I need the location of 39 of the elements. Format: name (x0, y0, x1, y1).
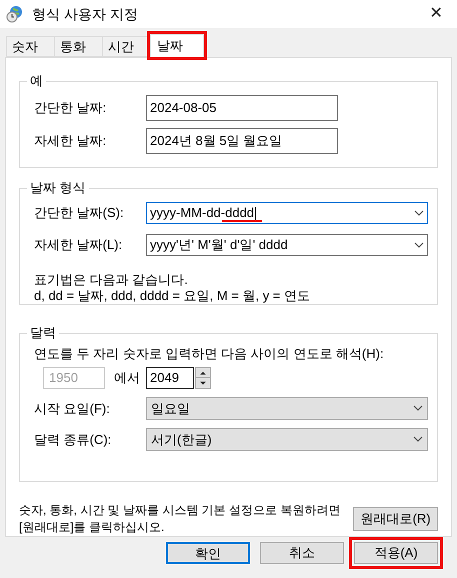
dropdown[interactable]: 서기(한글) (146, 428, 428, 451)
close-button[interactable]: ✕ (421, 0, 451, 28)
reset-hint-text: 숫자, 통화, 시간 및 날짜를 시스템 기본 설정으로 복원하려면 [원래대로]를 클릭하십시오. (19, 502, 342, 536)
field-label: 간단한 날짜(S): (34, 204, 125, 222)
tab[interactable]: 숫자 (6, 36, 54, 57)
chevron-down-icon (414, 210, 424, 216)
two-digit-year-label: 연도를 두 자리 숫자로 입력하면 다음 사이의 연도로 해석(H): (34, 346, 385, 362)
group-title: 예 (27, 73, 46, 89)
globe-clock-icon (6, 5, 24, 23)
tab[interactable]: 통화 (54, 36, 102, 57)
readonly-field: 2024년 8월 5일 월요일 (146, 128, 338, 154)
field-label: 자세한 날짜(L): (34, 236, 124, 254)
format-combo-box[interactable]: yyyy'년' M'월' d'일' dddd (146, 234, 428, 256)
group-title: 달력 (27, 324, 59, 341)
field-label: 간단한 날짜: (34, 99, 108, 118)
chevron-down-icon (413, 405, 423, 412)
field-label: 시작 요일(F): (34, 400, 111, 418)
notation-text: 표기법은 다음과 같습니다. (34, 272, 189, 288)
field-label: 달력 종류(C): (34, 430, 112, 449)
readonly-field: 2024-08-05 (146, 95, 338, 121)
dialog-button[interactable]: 적용(A) (354, 542, 438, 564)
tab[interactable]: 시간 (102, 36, 150, 57)
notation-text: d, dd = 날짜, ddd, dddd = 요일, M = 월, y = 연도 (34, 288, 312, 304)
tab[interactable]: 날짜 (150, 34, 204, 58)
dialog-button[interactable]: 취소 (260, 542, 344, 564)
chevron-down-icon (414, 242, 424, 248)
group-title: 날짜 형식 (27, 180, 89, 196)
format-combo-box[interactable]: yyyy-MM-dd-dddd (146, 202, 428, 224)
highlight-frame (147, 31, 207, 60)
reset-button[interactable]: 원래대로(R) (353, 507, 438, 531)
dropdown[interactable]: 일요일 (146, 396, 428, 420)
field-label: 자세한 날짜: (34, 132, 108, 150)
year-field[interactable]: 2049 (146, 366, 194, 389)
range-label: 에서 (114, 369, 141, 388)
window-title: 형식 사용자 지정 (32, 4, 139, 24)
dialog-button[interactable]: 확인 (166, 542, 250, 564)
chevron-down-icon (413, 436, 423, 442)
spin-buttons[interactable] (195, 366, 211, 389)
underline-mark (222, 220, 262, 222)
